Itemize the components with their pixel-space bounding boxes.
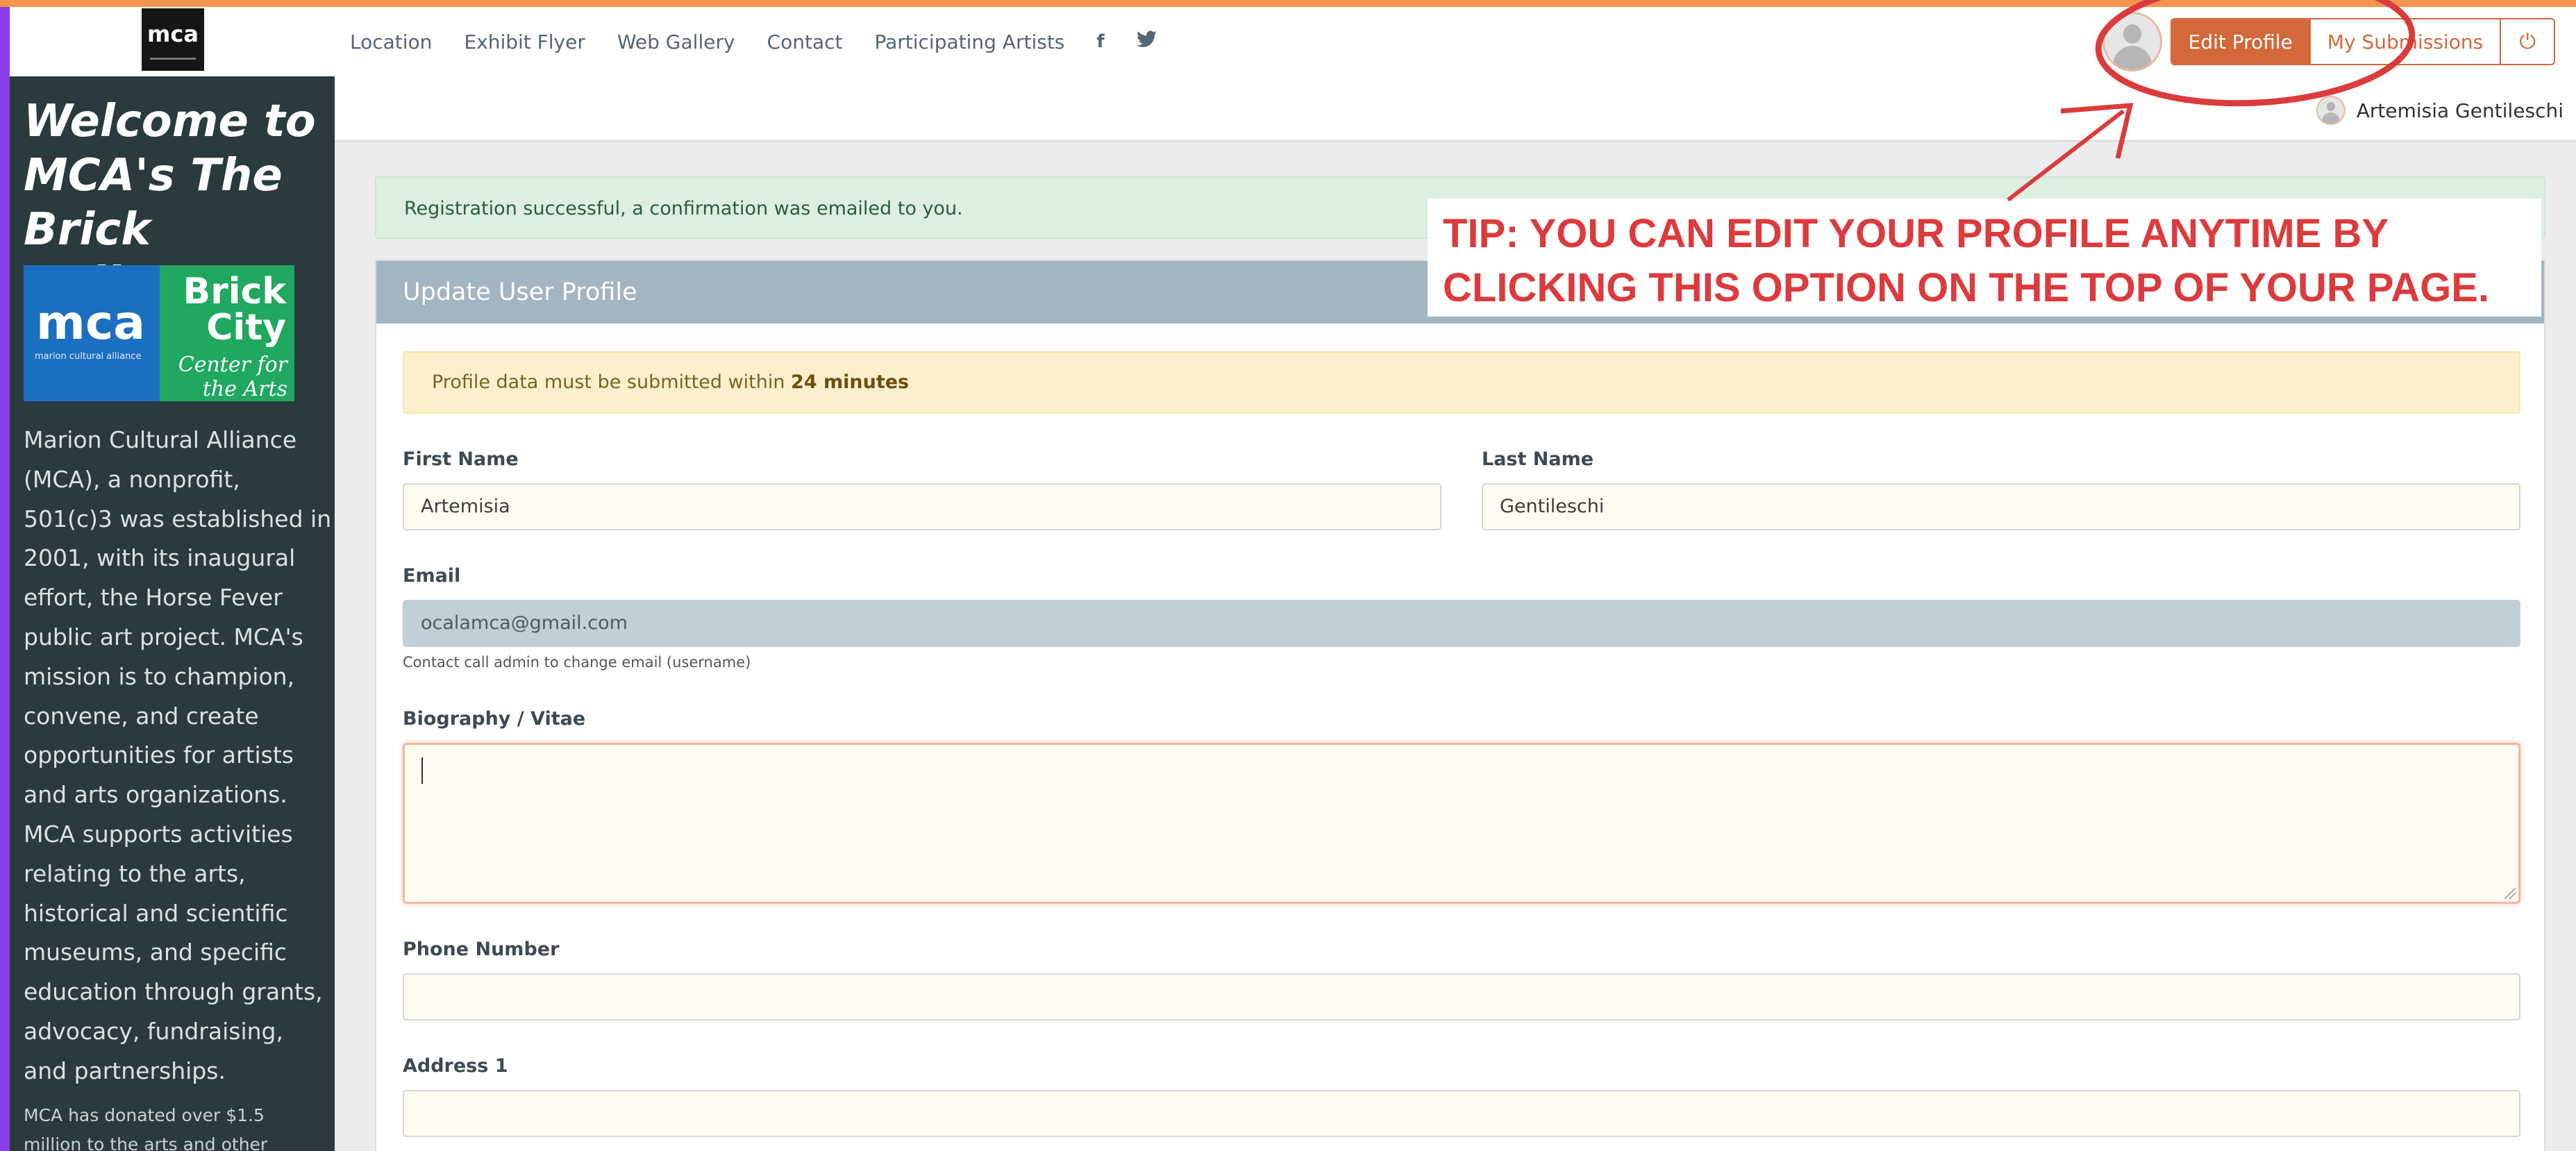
user-avatar-shoulders [2321, 112, 2340, 124]
user-actions: Edit Profile My Submissions ⏻ [2102, 12, 2555, 72]
avatar-shoulders [2112, 46, 2152, 69]
address1-label: Address 1 [403, 1055, 508, 1077]
user-avatar-head [2326, 102, 2335, 111]
site-logo-text: mca [147, 21, 199, 47]
brick-city-logo: Brick City Center for the Arts [160, 265, 294, 401]
tip-annotation: TIP: YOU CAN EDIT YOUR PROFILE ANYTIME B… [1428, 199, 2541, 317]
text-caret [421, 757, 423, 784]
last-name-field[interactable]: Gentileschi [1482, 483, 2520, 530]
nav-link-participating-artists[interactable]: Participating Artists [874, 31, 1064, 53]
nav-link-location[interactable]: Location [350, 31, 432, 53]
site-logo[interactable]: mca [142, 8, 204, 71]
edit-profile-button[interactable]: Edit Profile [2171, 19, 2311, 64]
power-icon[interactable]: ⏻ [2501, 19, 2554, 64]
last-name-label: Last Name [1482, 448, 1594, 470]
tip-line-2: CLICKING THIS OPTION ON THE TOP OF YOUR … [1443, 265, 2490, 310]
phone-field[interactable] [403, 973, 2520, 1020]
mca-logo-subtext: marion cultural alliance [35, 351, 142, 362]
avatar-head [2123, 24, 2141, 44]
first-name-field[interactable]: Artemisia [403, 483, 1441, 530]
time-warning-duration: 24 minutes [791, 371, 910, 393]
email-help-text: Contact call admin to change email (user… [403, 654, 751, 671]
user-avatar-icon [2316, 96, 2345, 125]
sponsor-logos: mca marion cultural alliance Brick City … [24, 265, 294, 401]
avatar[interactable] [2102, 12, 2162, 72]
user-chip[interactable]: Artemisia Gentileschi [2316, 96, 2564, 125]
biography-label: Biography / Vitae [403, 708, 586, 730]
phone-label: Phone Number [403, 939, 560, 960]
nav-link-exhibit-flyer[interactable]: Exhibit Flyer [464, 31, 585, 53]
tip-line-1: TIP: YOU CAN EDIT YOUR PROFILE ANYTIME B… [1443, 211, 2389, 256]
my-submissions-button[interactable]: My Submissions [2310, 19, 2502, 64]
sidebar: Welcome to MCA's The Brick Gallery! mca … [10, 76, 335, 1151]
mca-logo-text: mca [36, 296, 146, 351]
brick-logo-subtext: Center for the Arts [178, 353, 287, 401]
brick-logo-text: Brick City [183, 271, 286, 348]
time-warning-alert: Profile data must be submitted within 24… [403, 351, 2520, 414]
nav-links: Location Exhibit Flyer Web Gallery Conta… [350, 7, 1157, 76]
user-name: Artemisia Gentileschi [2356, 99, 2564, 122]
profile-button-group: Edit Profile My Submissions ⏻ [2170, 18, 2555, 65]
sidebar-description: Marion Cultural Alliance (MCA), a nonpro… [24, 426, 332, 1084]
left-edge-bar [0, 7, 10, 1151]
facebook-icon[interactable]: f [1096, 31, 1104, 52]
top-accent-bar [0, 0, 2576, 7]
mca-logo: mca marion cultural alliance [24, 265, 160, 401]
sidebar-description-2: MCA has donated over $1.5 million to the… [24, 1105, 268, 1151]
update-profile-panel: Update User Profile Profile data must be… [375, 260, 2545, 1151]
biography-textarea[interactable] [403, 743, 2520, 904]
time-warning-text: Profile data must be submitted within [432, 371, 792, 393]
first-name-label: First Name [403, 448, 519, 470]
user-subbar: Artemisia Gentileschi [335, 76, 2576, 142]
twitter-icon[interactable] [1136, 30, 1157, 53]
email-field[interactable]: ocalamca@gmail.com [403, 600, 2520, 647]
nav-link-contact[interactable]: Contact [767, 31, 843, 53]
resize-handle-icon[interactable] [2504, 888, 2516, 899]
site-logo-underline [150, 58, 196, 60]
email-label: Email [403, 565, 461, 587]
nav-link-web-gallery[interactable]: Web Gallery [617, 31, 735, 53]
top-navbar: mca Location Exhibit Flyer Web Gallery C… [10, 7, 2576, 78]
address1-field[interactable] [403, 1090, 2520, 1137]
